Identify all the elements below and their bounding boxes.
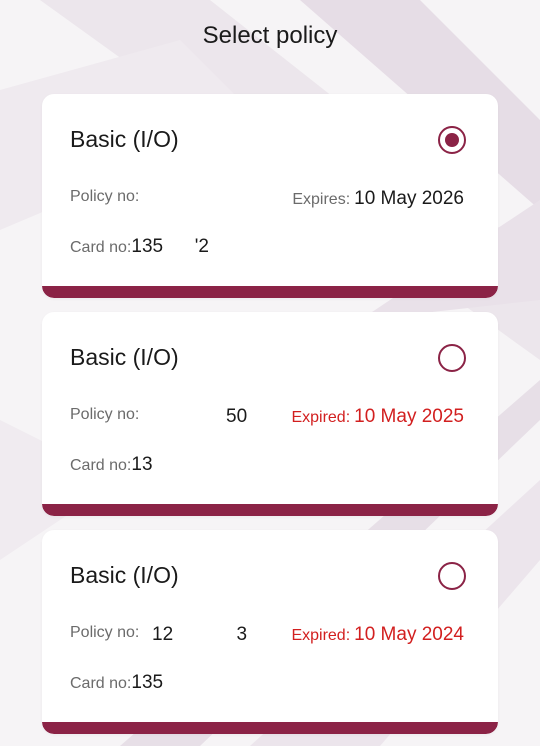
policy-number-value: 12 3 — [152, 624, 248, 645]
radio-unselected-icon[interactable] — [438, 344, 466, 372]
card-number-value: 135 — [131, 672, 164, 693]
policy-number-value: 50 — [226, 406, 248, 427]
radio-unselected-icon[interactable] — [438, 562, 466, 590]
card-number-label: Card no: — [70, 239, 132, 256]
policy-name: Basic (I/O) — [70, 344, 179, 370]
policy-card[interactable]: Basic (I/O) Policy no: 50 Expired: 10 May… — [42, 312, 498, 516]
card-number-row: Card no:13 — [70, 454, 153, 476]
expiry-info: Expired: 10 May 2024 — [291, 624, 464, 646]
policy-name: Basic (I/O) — [70, 126, 179, 152]
radio-selected-icon[interactable] — [438, 126, 466, 154]
expiry-date: 10 May 2025 — [354, 406, 464, 427]
expiry-label: Expired: — [291, 627, 351, 644]
expiry-info: Expired: 10 May 2025 — [291, 406, 464, 428]
expiry-label: Expired: — [291, 409, 351, 426]
policy-name: Basic (I/O) — [70, 562, 179, 588]
card-number-row: Card no:135 '2 — [70, 236, 209, 258]
card-number-label: Card no: — [70, 457, 132, 474]
card-number-label: Card no: — [70, 675, 132, 692]
page-title: Select policy — [202, 22, 338, 49]
expiry-date: 10 May 2024 — [354, 624, 464, 645]
card-number-value: 13 — [131, 454, 153, 475]
card-accent-bar — [42, 504, 498, 516]
card-accent-bar — [42, 722, 498, 734]
expiry-label: Expires: — [292, 191, 351, 208]
expiry-date: 10 May 2026 — [354, 188, 464, 209]
policy-card[interactable]: Basic (I/O) Policy no: Expires: 10 May 20… — [42, 94, 498, 298]
card-accent-bar — [42, 286, 498, 298]
card-number-value: 135 '2 — [131, 236, 209, 257]
policy-number-label: Policy no: — [70, 188, 140, 205]
policy-card[interactable]: Basic (I/O) Policy no: 12 3 Expired: 10 M… — [42, 530, 498, 734]
policy-number-label: Policy no: — [70, 624, 140, 641]
policy-number-label: Policy no: — [70, 406, 140, 423]
card-number-row: Card no:135 — [70, 672, 163, 694]
expiry-info: Expires: 10 May 2026 — [292, 188, 464, 210]
